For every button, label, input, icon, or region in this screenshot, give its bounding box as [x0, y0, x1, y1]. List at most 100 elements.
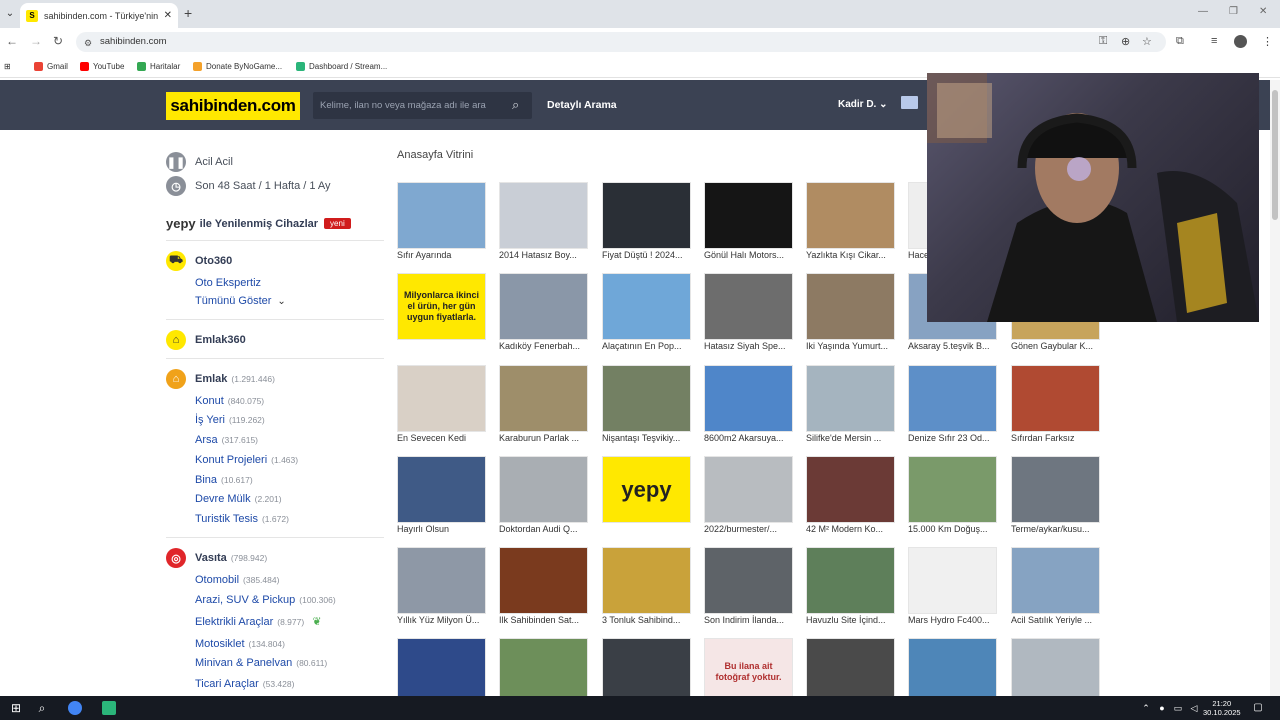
listing-title[interactable]: Yıllık Yüz Milyon Ü...	[397, 615, 486, 625]
listing-title[interactable]: 42 M² Modern Ko...	[806, 524, 895, 534]
sub-category-link[interactable]: Arsa (317.615)	[195, 434, 258, 446]
listing-thumbnail[interactable]	[806, 273, 895, 340]
forward-icon[interactable]: →	[30, 34, 42, 48]
listing-card[interactable]: 3 Tonluk Sahibind...	[602, 547, 691, 627]
listing-title[interactable]: En Sevecen Kedi	[397, 433, 486, 443]
reading-list-icon[interactable]: ≡	[1211, 35, 1217, 47]
taskbar-search-icon[interactable]: ⌕	[34, 700, 50, 716]
chrome-taskbar-icon[interactable]	[68, 701, 82, 715]
sub-category-link[interactable]: Otomobil (385.484)	[195, 574, 279, 586]
sub-category-link[interactable]: Bina (10.617)	[195, 474, 253, 486]
listing-title[interactable]: Iki Yaşında Yumurt...	[806, 341, 895, 351]
listing-title[interactable]: Sıfır Ayarında	[397, 250, 486, 260]
listing-thumbnail[interactable]	[499, 273, 588, 340]
bookmark-youtube[interactable]: YouTube	[80, 62, 124, 71]
microphone-icon[interactable]: ●	[1154, 700, 1170, 716]
listing-title[interactable]: Karaburun Parlak ...	[499, 433, 588, 443]
browser-tab[interactable]: S sahibinden.com - Türkiye'nin O ✕	[20, 3, 178, 28]
listing-card[interactable]: Havuzlu Site İçind...	[806, 547, 895, 627]
listing-thumbnail[interactable]	[806, 638, 895, 705]
listing-thumbnail[interactable]: yepy	[602, 456, 691, 523]
password-key-icon[interactable]: ⚿	[1099, 35, 1107, 48]
listing-card[interactable]: 8600m2 Akarsuya...	[704, 365, 793, 445]
maximize-icon[interactable]: ❐	[1229, 6, 1238, 17]
close-window-icon[interactable]: ✕	[1259, 6, 1267, 17]
listing-title[interactable]: 2022/burmester/...	[704, 524, 793, 534]
listing-card[interactable]: Nişantaşı Teşvikiy...	[602, 365, 691, 445]
listing-thumbnail[interactable]	[602, 365, 691, 432]
listing-title[interactable]: Nişantaşı Teşvikiy...	[602, 433, 691, 443]
listing-title[interactable]: Ilk Sahibinden Sat...	[499, 615, 588, 625]
sub-category-link[interactable]: Konut Projeleri (1.463)	[195, 454, 298, 466]
emlak-category[interactable]: ⌂ Emlak (1.291.446)	[166, 369, 275, 389]
minimize-icon[interactable]: —	[1198, 6, 1208, 17]
tray-chevron-icon[interactable]: ⌃	[1138, 700, 1154, 716]
listing-thumbnail[interactable]	[806, 365, 895, 432]
windows-start-icon[interactable]: ⊞	[8, 700, 24, 716]
oto-ekspertiz-link[interactable]: Oto Ekspertiz	[195, 277, 261, 289]
listing-card[interactable]: 15.000 Km Doğuş...	[908, 456, 997, 536]
reload-icon[interactable]: ↻	[53, 34, 63, 48]
show-all-link[interactable]: Tümünü Göster ⌄	[195, 295, 286, 307]
listing-title[interactable]: Kadıköy Fenerbah...	[499, 341, 588, 351]
listing-card[interactable]: Hatasız Siyah Spe...	[704, 273, 793, 353]
urgent-link[interactable]: ❚❚ Acil Acil	[166, 152, 233, 172]
listing-title[interactable]: Havuzlu Site İçind...	[806, 615, 895, 625]
listing-title[interactable]: Hayırlı Olsun	[397, 524, 486, 534]
search-icon[interactable]: ⌕	[512, 97, 519, 113]
notification-icon[interactable]: ▢	[1250, 700, 1266, 716]
listing-card[interactable]: Terme/aykar/kusu...	[1011, 456, 1100, 536]
listing-card[interactable]: 2014 Hatasız Boy...	[499, 182, 588, 262]
search-input[interactable]: Kelime, ilan no veya mağaza adı ile ara	[313, 92, 532, 119]
scroll-thumb[interactable]	[1272, 90, 1278, 220]
listing-thumbnail[interactable]	[806, 547, 895, 614]
extensions-icon[interactable]: ⧉	[1176, 35, 1184, 48]
listing-thumbnail[interactable]	[397, 365, 486, 432]
listing-title[interactable]: Acil Satılık Yeriyle ...	[1011, 615, 1100, 625]
site-logo[interactable]: sahibinden.com	[166, 92, 300, 120]
listing-card[interactable]: Milyonlarca ikinci el ürün, her gün uygu…	[397, 273, 486, 353]
listing-title[interactable]: 2014 Hatasız Boy...	[499, 250, 588, 260]
sub-category-link[interactable]: Elektrikli Araçlar (8.977) ❦	[195, 615, 321, 629]
listing-thumbnail[interactable]: Milyonlarca ikinci el ürün, her gün uygu…	[397, 273, 486, 340]
emlak360-link[interactable]: ⌂ Emlak360	[166, 330, 246, 350]
sub-category-link[interactable]: Motosiklet (134.804)	[195, 638, 285, 650]
listing-thumbnail[interactable]	[499, 365, 588, 432]
listing-thumbnail[interactable]	[908, 547, 997, 614]
listing-title[interactable]: Silifke'de Mersin ...	[806, 433, 895, 443]
listing-card[interactable]: Silifke'de Mersin ...	[806, 365, 895, 445]
listing-title[interactable]: 15.000 Km Doğuş...	[908, 524, 997, 534]
page-scrollbar[interactable]	[1270, 80, 1280, 696]
recent-link[interactable]: ◷ Son 48 Saat / 1 Hafta / 1 Ay	[166, 176, 331, 196]
listing-thumbnail[interactable]	[1011, 638, 1100, 705]
listing-title[interactable]: Alaçatının En Pop...	[602, 341, 691, 351]
listing-card[interactable]: Son Indirim İlanda...	[704, 547, 793, 627]
listing-card[interactable]: Alaçatının En Pop...	[602, 273, 691, 353]
listing-thumbnail[interactable]	[397, 638, 486, 705]
system-clock[interactable]: 21:20 30.10.2025	[1203, 699, 1241, 717]
detailed-search-link[interactable]: Detaylı Arama	[547, 99, 617, 111]
listing-title[interactable]: Gönül Halı Motors...	[704, 250, 793, 260]
listing-card[interactable]: Karaburun Parlak ...	[499, 365, 588, 445]
listing-thumbnail[interactable]	[908, 456, 997, 523]
zoom-icon[interactable]: ⊕	[1121, 35, 1130, 48]
listing-thumbnail[interactable]	[1011, 456, 1100, 523]
volume-icon[interactable]: ◁	[1186, 700, 1202, 716]
listing-thumbnail[interactable]	[602, 182, 691, 249]
site-info-icon[interactable]: ⚙	[84, 38, 92, 49]
listing-thumbnail[interactable]	[1011, 365, 1100, 432]
listing-card[interactable]: Ilk Sahibinden Sat...	[499, 547, 588, 627]
listing-card[interactable]: Yazlıkta Kışı Cikar...	[806, 182, 895, 262]
listing-thumbnail[interactable]	[1011, 547, 1100, 614]
listing-card[interactable]: Mars Hydro Fc400...	[908, 547, 997, 627]
listing-card[interactable]: Sıfırdan Farksız	[1011, 365, 1100, 445]
listing-thumbnail[interactable]	[499, 638, 588, 705]
listing-title[interactable]: Terme/aykar/kusu...	[1011, 524, 1100, 534]
listing-card[interactable]: Doktordan Audi Q...	[499, 456, 588, 536]
listing-thumbnail[interactable]	[602, 273, 691, 340]
new-tab-icon[interactable]: +	[184, 5, 192, 21]
sub-category-link[interactable]: Minivan & Panelvan (80.611)	[195, 657, 327, 669]
listing-card[interactable]: 2022/burmester/...	[704, 456, 793, 536]
listing-thumbnail[interactable]	[704, 273, 793, 340]
mail-icon[interactable]	[901, 96, 918, 109]
